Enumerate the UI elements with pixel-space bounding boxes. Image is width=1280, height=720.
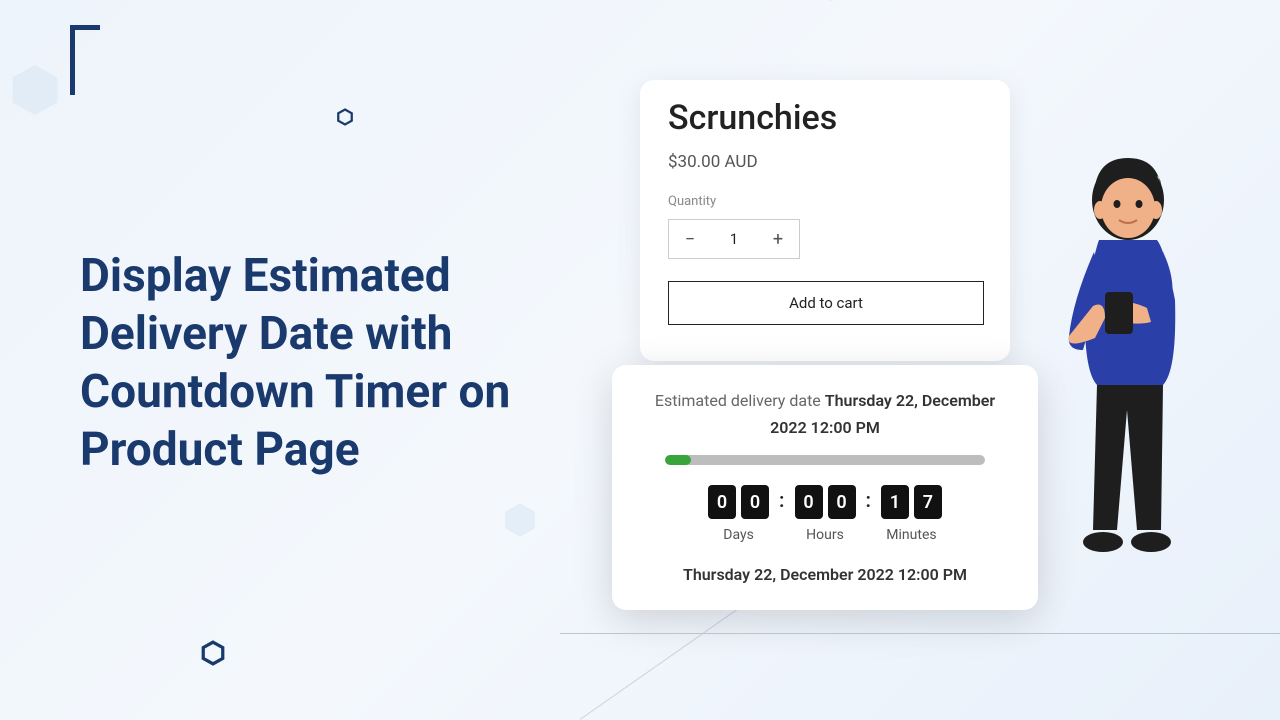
digit: 0: [708, 485, 736, 519]
digit: 0: [741, 485, 769, 519]
product-card: Scrunchies $30.00 AUD Quantity − 1 + Add…: [640, 80, 1010, 361]
hours-label: Hours: [795, 527, 856, 543]
days-label: Days: [708, 527, 769, 543]
countdown-timer: 0 0 Days : 0 0 Hours : 1 7 Minutes: [642, 485, 1008, 543]
progress-fill: [665, 455, 691, 465]
digit: 0: [828, 485, 856, 519]
timer-hours: 0 0 Hours: [795, 485, 856, 543]
minutes-label: Minutes: [881, 527, 942, 543]
quantity-value: 1: [711, 230, 757, 248]
product-title: Scrunchies: [668, 98, 982, 138]
quantity-label: Quantity: [668, 194, 982, 209]
person-illustration: [1055, 150, 1215, 634]
progress-bar: [665, 455, 985, 465]
hexagon-icon: [200, 640, 226, 666]
quantity-decrease-button[interactable]: −: [669, 220, 711, 258]
page-headline: Display Estimated Delivery Date with Cou…: [80, 248, 600, 480]
estimated-prefix: Estimated delivery date: [655, 391, 825, 410]
hexagon-icon: [336, 108, 354, 126]
digit: 0: [795, 485, 823, 519]
timer-days: 0 0 Days: [708, 485, 769, 543]
decorative-line: [830, 0, 1240, 1]
product-price: $30.00 AUD: [668, 152, 982, 172]
quantity-stepper: − 1 +: [668, 219, 800, 259]
separator: :: [779, 485, 784, 512]
digit: 7: [914, 485, 942, 519]
final-delivery-date: Thursday 22, December 2022 12:00 PM: [642, 565, 1008, 584]
countdown-card: Estimated delivery date Thursday 22, Dec…: [612, 365, 1038, 610]
separator: :: [866, 485, 871, 512]
decorative-bracket: [70, 25, 100, 95]
timer-minutes: 1 7 Minutes: [881, 485, 942, 543]
digit: 1: [881, 485, 909, 519]
hexagon-icon: [500, 500, 540, 540]
hexagon-icon: [5, 60, 65, 120]
add-to-cart-button[interactable]: Add to cart: [668, 281, 984, 325]
quantity-increase-button[interactable]: +: [757, 220, 799, 258]
estimated-delivery-text: Estimated delivery date Thursday 22, Dec…: [642, 387, 1008, 441]
